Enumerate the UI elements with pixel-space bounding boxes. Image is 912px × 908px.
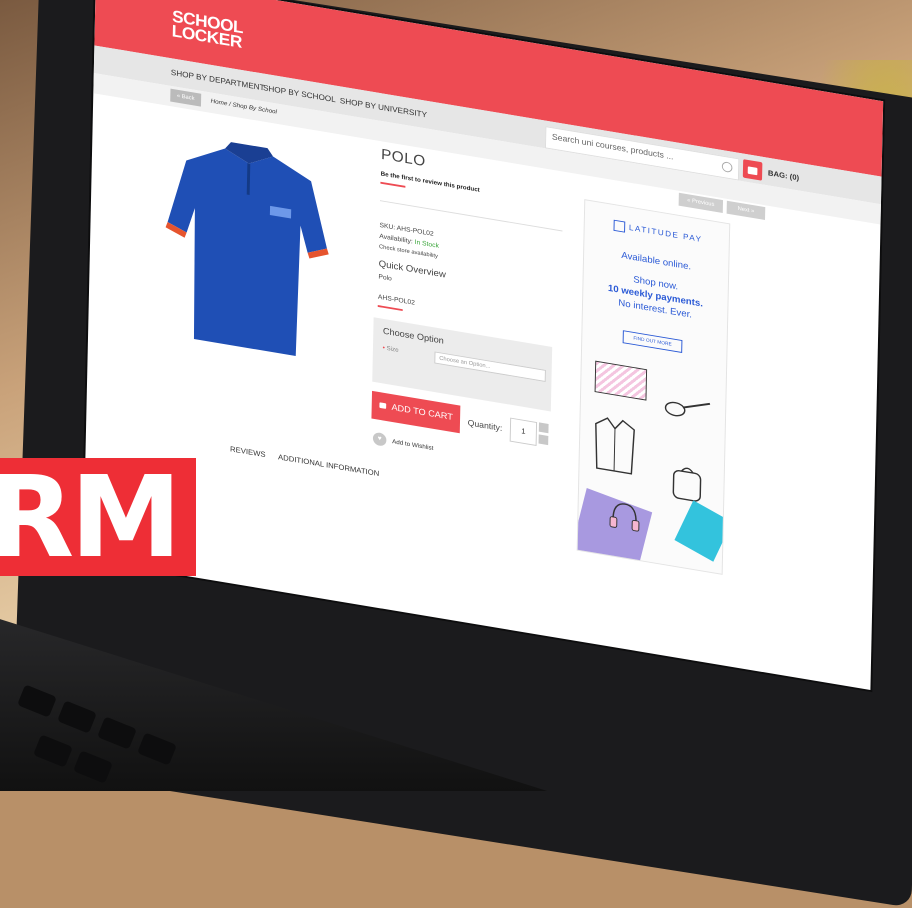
- availability-label: Availability:: [379, 233, 413, 246]
- search-icon[interactable]: [721, 161, 733, 173]
- cart-icon: [378, 402, 386, 410]
- add-to-cart-button[interactable]: ADD TO CART: [371, 390, 461, 434]
- product-image[interactable]: [163, 120, 331, 368]
- stock-status: In Stock: [414, 239, 439, 250]
- tab-additional-information[interactable]: ADDITIONAL INFORMATION: [278, 453, 379, 478]
- latitude-logo-icon: [613, 219, 626, 233]
- bag-icon[interactable]: [742, 159, 763, 181]
- product-title: POLO: [380, 146, 426, 170]
- latitude-pay-brand: LATITUDE PAY: [628, 222, 703, 244]
- title-underline: [380, 181, 406, 188]
- quantity-input[interactable]: 1: [509, 417, 538, 446]
- quantity-label: Quantity:: [467, 417, 503, 433]
- product-code: AHS-POL02: [377, 294, 415, 307]
- heart-icon[interactable]: ♥: [372, 431, 387, 447]
- laptop-illustration-icon: [594, 360, 648, 401]
- code-underline: [377, 305, 403, 312]
- latitude-pay-ad[interactable]: LATITUDE PAY Available online. Shop now.…: [576, 199, 731, 575]
- latitude-pay-logo: LATITUDE PAY: [613, 219, 703, 246]
- add-to-cart-label: ADD TO CART: [391, 402, 453, 423]
- tab-reviews[interactable]: REVIEWS: [230, 445, 266, 459]
- rm-overlay-text: RM: [0, 453, 182, 583]
- headphones-illustration-icon: [609, 503, 640, 532]
- find-out-more-button[interactable]: FIND OUT MORE: [622, 330, 683, 353]
- quantity-increase-button[interactable]: [538, 422, 549, 434]
- guitar-illustration-icon: [664, 401, 711, 417]
- wishlist-link[interactable]: Add to Wishlist: [392, 439, 433, 452]
- backpack-illustration-icon: [672, 467, 702, 502]
- quick-overview-text: Polo: [378, 273, 392, 283]
- jacket-illustration-icon: [595, 417, 635, 475]
- review-link[interactable]: Be the first to review this product: [381, 171, 480, 194]
- ad-cyan-shape: [674, 500, 731, 562]
- quantity-decrease-button[interactable]: [538, 434, 549, 446]
